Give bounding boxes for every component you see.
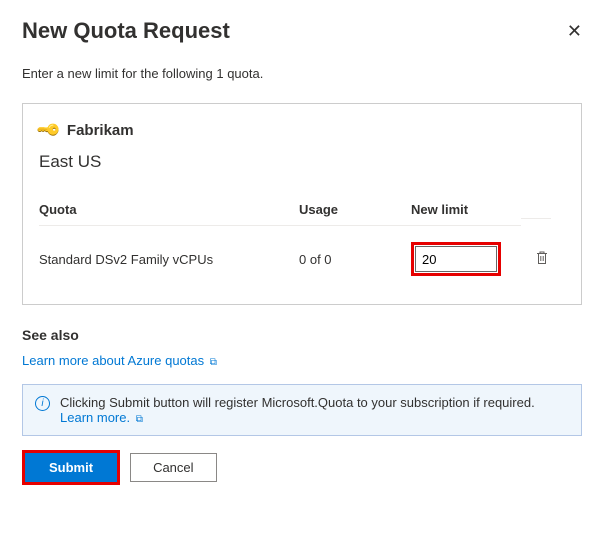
col-header-usage: Usage (299, 194, 411, 226)
see-also-heading: See also (22, 327, 582, 343)
see-also-section: See also Learn more about Azure quotas ⧉ (22, 327, 582, 368)
quota-usage: 0 of 0 (299, 236, 411, 277)
cancel-button[interactable]: Cancel (130, 453, 216, 482)
quota-limit-cell (411, 226, 521, 286)
page-title: New Quota Request (22, 18, 230, 44)
info-icon: i (35, 396, 50, 411)
intro-text: Enter a new limit for the following 1 qu… (22, 66, 582, 81)
footer-actions: Submit Cancel (22, 450, 582, 485)
close-button[interactable]: ✕ (567, 21, 582, 42)
quota-name: Standard DSv2 Family vCPUs (39, 236, 299, 277)
row-actions (521, 232, 551, 280)
info-learn-more-link[interactable]: Learn more. ⧉ (60, 410, 143, 425)
close-icon: ✕ (567, 21, 582, 41)
table-row: Standard DSv2 Family vCPUs 0 of 0 (39, 226, 565, 286)
quota-panel: 🔑 Fabrikam East US Quota Usage New limit… (22, 103, 582, 305)
region-name: East US (39, 152, 565, 172)
header-bar: New Quota Request ✕ (22, 18, 582, 44)
info-learn-more-text: Learn more. (60, 410, 130, 425)
trash-icon (535, 250, 549, 265)
external-link-icon: ⧉ (136, 414, 143, 425)
highlight-new-limit (411, 242, 501, 276)
col-header-action (521, 202, 551, 219)
info-banner: i Clicking Submit button will register M… (22, 384, 582, 436)
info-text-container: Clicking Submit button will register Mic… (60, 395, 569, 425)
learn-quotas-link-text: Learn more about Azure quotas (22, 353, 204, 368)
new-limit-input[interactable] (415, 246, 497, 272)
learn-quotas-link[interactable]: Learn more about Azure quotas ⧉ (22, 353, 217, 368)
col-header-quota: Quota (39, 194, 299, 226)
col-header-limit: New limit (411, 194, 521, 226)
subscription-header: 🔑 Fabrikam (39, 120, 565, 140)
external-link-icon: ⧉ (210, 357, 217, 368)
submit-button[interactable]: Submit (25, 453, 117, 482)
delete-row-button[interactable] (533, 248, 551, 270)
key-icon: 🔑 (35, 116, 63, 144)
info-text: Clicking Submit button will register Mic… (60, 395, 535, 410)
table-header-row: Quota Usage New limit (39, 194, 565, 226)
subscription-name: Fabrikam (67, 122, 134, 139)
highlight-submit: Submit (22, 450, 120, 485)
